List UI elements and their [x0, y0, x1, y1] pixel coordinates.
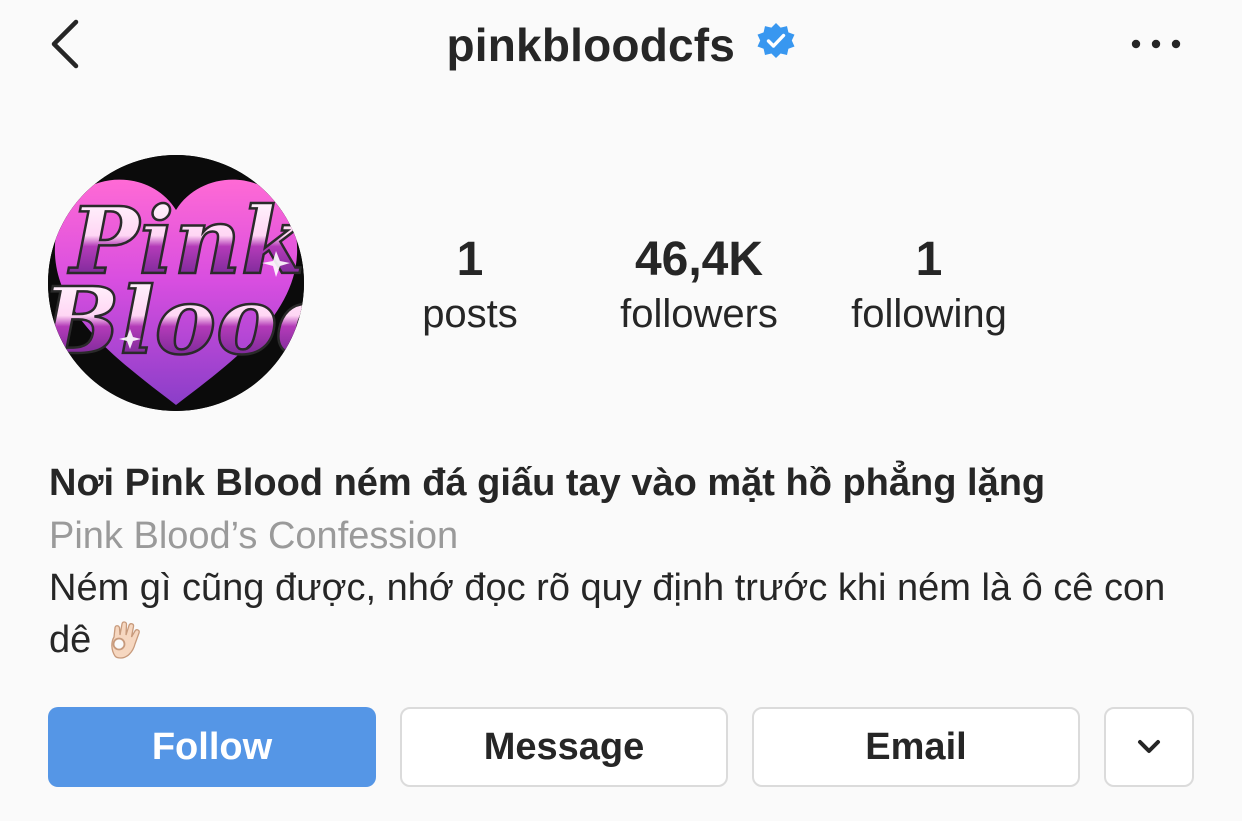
verified-badge-icon: [757, 23, 795, 58]
posts-stat[interactable]: 1 posts: [360, 232, 580, 340]
followers-stat[interactable]: 46,4K followers: [589, 232, 809, 340]
suggested-accounts-dropdown-button[interactable]: [1104, 707, 1194, 787]
following-label: following: [851, 292, 1007, 336]
profile-bio: Nơi Pink Blood ném đá giấu tay vào mặt h…: [49, 456, 1209, 666]
bio-category: Pink Blood’s Confession: [49, 515, 459, 557]
followers-count: 46,4K: [634, 233, 764, 286]
bio-text: Ném gì cũng được, nhớ đọc rõ quy định tr…: [49, 567, 1166, 661]
profile-avatar[interactable]: Pink Blood: [48, 155, 304, 411]
bio-name: Nơi Pink Blood ném đá giấu tay vào mặt h…: [49, 462, 1046, 504]
pink-blood-logo-image: Pink Blood: [48, 155, 304, 411]
logo-text: Pink Blood: [48, 186, 304, 377]
ok-hand-emoji-icon: [111, 621, 141, 659]
following-count: 1: [915, 233, 943, 286]
username: pinkbloodcfs: [446, 19, 736, 71]
chevron-down-icon: [1138, 740, 1160, 753]
top-bar: pinkbloodcfs: [0, 0, 1242, 92]
message-button[interactable]: Message: [400, 707, 728, 787]
followers-label: followers: [620, 292, 778, 336]
profile-title: pinkbloodcfs: [0, 18, 1242, 78]
follow-button[interactable]: Follow: [48, 707, 376, 787]
follow-button-label: Follow: [151, 725, 273, 768]
posts-count: 1: [456, 233, 484, 286]
message-button-label: Message: [483, 725, 645, 768]
more-options-button[interactable]: [1128, 26, 1184, 62]
posts-label: posts: [422, 292, 518, 336]
bio-text-block: Ném gì cũng được, nhớ đọc rõ quy định tr…: [49, 562, 1189, 666]
more-horizontal-icon: [1131, 39, 1181, 49]
following-stat[interactable]: 1 following: [819, 232, 1039, 340]
email-button-label: Email: [865, 725, 967, 768]
svg-text:Blood: Blood: [48, 267, 304, 375]
email-button[interactable]: Email: [752, 707, 1080, 787]
